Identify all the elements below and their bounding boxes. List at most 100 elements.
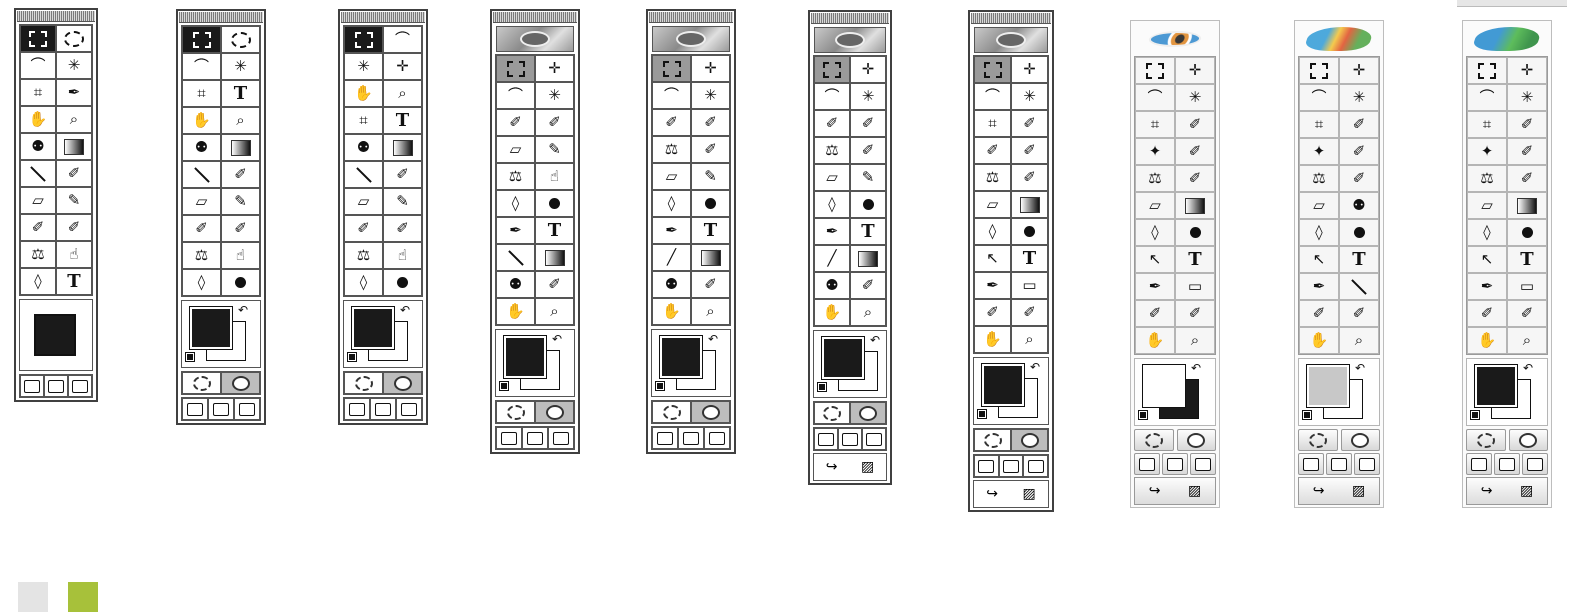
- full-screen-menu-button[interactable]: [1162, 453, 1188, 475]
- full-screen-menu-button[interactable]: [44, 375, 68, 397]
- tool-button-ellipse[interactable]: [56, 25, 92, 52]
- tool-button-paintbrush[interactable]: ✐: [1507, 138, 1547, 165]
- tool-button-pencil[interactable]: ✎: [383, 188, 422, 215]
- tool-button-history-brush[interactable]: ✐: [1339, 165, 1379, 192]
- tool-button-magic-wand[interactable]: ✳: [56, 52, 92, 79]
- color-selector[interactable]: [19, 299, 93, 371]
- tool-button-marquee[interactable]: [496, 55, 535, 82]
- palette-title-bar[interactable]: [971, 13, 1051, 24]
- tool-button-drop[interactable]: ◊: [652, 190, 691, 217]
- foreground-color-swatch[interactable]: [503, 335, 547, 379]
- tool-button-history-brush[interactable]: ✐: [691, 136, 730, 163]
- tool-button-paintbrush[interactable]: ✐: [691, 109, 730, 136]
- tool-button-marquee[interactable]: [182, 26, 221, 53]
- foreground-color-swatch[interactable]: [1474, 364, 1518, 408]
- tool-button-healing[interactable]: ✦: [1135, 138, 1175, 165]
- tool-button-magic-wand[interactable]: ✳: [1507, 84, 1547, 111]
- tool-button-type[interactable]: T: [221, 80, 260, 107]
- tool-button-line[interactable]: [344, 161, 383, 188]
- tool-button-magic-wand[interactable]: ✳: [691, 82, 730, 109]
- tool-button-zoom[interactable]: ⌕: [1339, 327, 1379, 354]
- color-selector[interactable]: ↶: [495, 329, 575, 397]
- tool-button-move[interactable]: ✛: [1175, 57, 1215, 84]
- tool-button-hand[interactable]: ✋: [344, 80, 383, 107]
- swap-colors-icon[interactable]: ↶: [870, 333, 880, 347]
- tool-button-marquee[interactable]: [974, 56, 1011, 83]
- tool-button-notes[interactable]: ✐: [1467, 300, 1507, 327]
- tool-button-bucket[interactable]: ⚉: [20, 133, 56, 160]
- standard-mode-button[interactable]: [1134, 429, 1174, 451]
- tool-button-stamp[interactable]: ⚖: [974, 164, 1011, 191]
- foreground-color-swatch[interactable]: [659, 335, 703, 379]
- swap-colors-icon[interactable]: ↶: [1191, 361, 1201, 375]
- tool-button-bucket[interactable]: ⚉: [1339, 192, 1379, 219]
- full-screen-button[interactable]: [1354, 453, 1380, 475]
- tool-button-bucket[interactable]: ⚉: [814, 272, 850, 299]
- palette-title-bar[interactable]: [649, 12, 733, 23]
- tool-button-bucket[interactable]: ⚉: [182, 134, 221, 161]
- tool-button-history-brush[interactable]: ✐: [1011, 164, 1048, 191]
- tool-button-drop[interactable]: ◊: [1467, 219, 1507, 246]
- tool-button-zoom[interactable]: ⌕: [535, 298, 574, 325]
- tool-button-dodge[interactable]: [383, 269, 422, 296]
- tool-button-marquee[interactable]: [1467, 57, 1507, 84]
- tool-button-eyedropper[interactable]: ✐: [1507, 300, 1547, 327]
- tool-button-eyedropper[interactable]: ✐: [691, 271, 730, 298]
- jump-to-app-button[interactable]: ↪ ▨: [1134, 477, 1216, 505]
- full-screen-button[interactable]: [68, 375, 92, 397]
- eye-logo-icon[interactable]: [974, 27, 1048, 53]
- standard-screen-button[interactable]: [182, 398, 208, 420]
- swap-colors-icon[interactable]: ↶: [1355, 361, 1365, 375]
- color-selector[interactable]: ↶: [651, 329, 731, 397]
- tool-button-airbrush[interactable]: ✐: [814, 110, 850, 137]
- tool-button-gradient[interactable]: [221, 134, 260, 161]
- full-screen-button[interactable]: [704, 427, 730, 449]
- tool-button-gradient[interactable]: [1507, 192, 1547, 219]
- standard-screen-button[interactable]: [814, 428, 838, 450]
- tool-button-eyedropper[interactable]: ✐: [56, 160, 92, 187]
- tool-button-line[interactable]: [20, 160, 56, 187]
- standard-screen-button[interactable]: [496, 427, 522, 449]
- default-colors-icon[interactable]: [655, 381, 665, 391]
- eye-logo-icon[interactable]: [814, 27, 886, 53]
- tool-button-crop[interactable]: ⌗: [1299, 111, 1339, 138]
- tool-button-magic-wand[interactable]: ✳: [1175, 84, 1215, 111]
- tool-button-bucket[interactable]: ⚉: [496, 271, 535, 298]
- full-screen-menu-button[interactable]: [998, 455, 1024, 477]
- swap-colors-icon[interactable]: ↶: [400, 303, 410, 317]
- tool-button-magic-wand[interactable]: ✳: [221, 53, 260, 80]
- tool-button-smudge[interactable]: ☝: [221, 242, 260, 269]
- tool-button-smudge[interactable]: ☝: [535, 163, 574, 190]
- full-screen-menu-button[interactable]: [678, 427, 704, 449]
- quick-mask-mode-button[interactable]: [691, 401, 730, 423]
- tool-button-type[interactable]: T: [1011, 245, 1048, 272]
- tool-button-eraser[interactable]: ▱: [1299, 192, 1339, 219]
- tool-button-gradient[interactable]: [383, 134, 422, 161]
- tool-button-pen[interactable]: ✒: [974, 272, 1011, 299]
- tool-button-lasso[interactable]: ⌒: [1299, 84, 1339, 111]
- default-colors-icon[interactable]: [499, 381, 509, 391]
- tool-button-history-brush[interactable]: ✐: [850, 137, 886, 164]
- tool-button-stamp[interactable]: ⚖: [814, 137, 850, 164]
- tool-button-dodge[interactable]: [1507, 219, 1547, 246]
- tool-button-pen[interactable]: ✒: [1299, 273, 1339, 300]
- tool-button-dodge[interactable]: [691, 190, 730, 217]
- tool-button-type[interactable]: T: [535, 217, 574, 244]
- tool-button-crop[interactable]: ⌗: [1135, 111, 1175, 138]
- tool-button-pencil[interactable]: ✎: [535, 136, 574, 163]
- tool-button-airbrush[interactable]: ✐: [974, 137, 1011, 164]
- tool-button-paintbrush[interactable]: ✐: [56, 214, 92, 241]
- tool-button-hand[interactable]: ✋: [1135, 327, 1175, 354]
- quick-mask-mode-button[interactable]: [850, 402, 886, 424]
- swap-colors-icon[interactable]: ↶: [1523, 361, 1533, 375]
- default-colors-icon[interactable]: [1138, 410, 1148, 420]
- tool-button-eraser[interactable]: ▱: [344, 188, 383, 215]
- tool-button-eraser[interactable]: ▱: [974, 191, 1011, 218]
- foreground-color-swatch[interactable]: [821, 336, 865, 380]
- tool-button-marquee[interactable]: [1299, 57, 1339, 84]
- tool-button-pen[interactable]: ✒: [496, 217, 535, 244]
- tool-button-measure[interactable]: ╱: [652, 244, 691, 271]
- default-colors-icon[interactable]: [1302, 410, 1312, 420]
- standard-mode-button[interactable]: [814, 402, 850, 424]
- tool-button-drop[interactable]: ◊: [814, 191, 850, 218]
